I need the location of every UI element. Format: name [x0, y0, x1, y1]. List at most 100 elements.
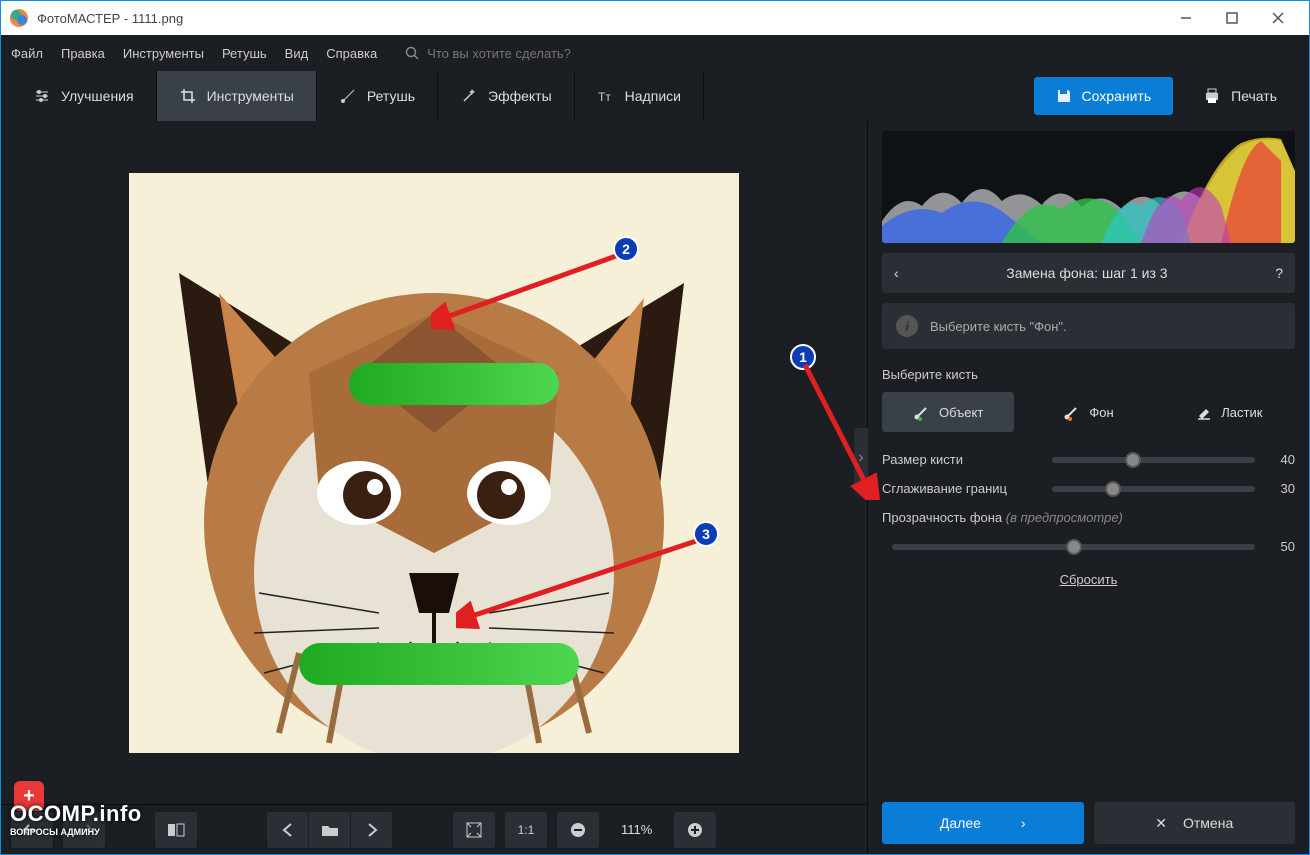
- print-label: Печать: [1231, 88, 1277, 104]
- tab-effects-label: Эффекты: [488, 88, 552, 104]
- object-stroke-2: [299, 643, 579, 685]
- nav-group: [267, 812, 393, 848]
- slider-opacity: 50: [882, 539, 1295, 554]
- open-folder-button[interactable]: [309, 812, 351, 848]
- print-icon: [1203, 87, 1221, 105]
- canvas-area: 2 3: [1, 121, 867, 854]
- zoom-level: 111%: [609, 822, 664, 837]
- tab-tools-label: Инструменты: [207, 88, 294, 104]
- opacity-label: Прозрачность фона: [882, 510, 1002, 525]
- save-button[interactable]: Сохранить: [1034, 77, 1174, 115]
- canvas-viewport[interactable]: 2 3: [1, 121, 867, 804]
- cancel-button[interactable]: ✕ Отмена: [1094, 802, 1296, 844]
- histogram[interactable]: [882, 131, 1295, 243]
- compare-button[interactable]: [155, 812, 197, 848]
- eraser-icon: [1195, 403, 1213, 421]
- opacity-hint: (в предпросмотре): [1006, 510, 1123, 525]
- next-button[interactable]: Далее ›: [882, 802, 1084, 844]
- menu-view[interactable]: Вид: [285, 46, 309, 61]
- titlebar: ФотоМАСТЕР - 1111.png: [1, 1, 1309, 35]
- prev-image-button[interactable]: [267, 812, 309, 848]
- svg-text:Tᴛ: Tᴛ: [598, 90, 611, 104]
- tab-retouch[interactable]: Ретушь: [317, 71, 438, 121]
- tab-effects[interactable]: Эффекты: [438, 71, 575, 121]
- menu-edit[interactable]: Правка: [61, 46, 105, 61]
- brush-eraser-button[interactable]: Ластик: [1163, 392, 1295, 432]
- callout-marker-3: 3: [693, 521, 719, 547]
- slider-brush-size: Размер кисти 40: [882, 452, 1295, 467]
- info-icon: i: [896, 315, 918, 337]
- brush-object-button[interactable]: Объект: [882, 392, 1014, 432]
- object-stroke-1: [349, 363, 559, 405]
- wand-icon: [460, 87, 478, 105]
- next-label: Далее: [940, 815, 981, 831]
- sliders-icon: [33, 87, 51, 105]
- content: 2 3: [1, 121, 1309, 854]
- tab-text-label: Надписи: [625, 88, 681, 104]
- close-icon: ✕: [1155, 815, 1167, 832]
- menu-tools[interactable]: Инструменты: [123, 46, 204, 61]
- opacity-label-row: Прозрачность фона (в предпросмотре): [882, 510, 1295, 525]
- callout-marker-2: 2: [613, 236, 639, 262]
- slider-smoothing-value: 30: [1265, 481, 1295, 496]
- tabbar: Улучшения Инструменты Ретушь Эффекты Tᴛ …: [1, 71, 1309, 121]
- callout-arrow-3: [456, 536, 701, 630]
- menu-help[interactable]: Справка: [326, 46, 377, 61]
- slider-opacity-track[interactable]: [892, 544, 1255, 550]
- app-window: ФотоМАСТЕР - 1111.png Файл Правка Инстру…: [0, 0, 1310, 855]
- slider-smoothing-track[interactable]: [1052, 486, 1255, 492]
- watermark-main: OCOMP.info: [10, 801, 142, 826]
- brush-icon: [339, 87, 357, 105]
- side-panel: ‹ Замена фона: шаг 1 из 3 ? i Выберите к…: [867, 121, 1309, 854]
- search-input[interactable]: [427, 46, 607, 61]
- tab-enhance[interactable]: Улучшения: [11, 71, 157, 121]
- slider-brush-size-value: 40: [1265, 452, 1295, 467]
- window-controls: [1163, 1, 1301, 35]
- text-icon: Tᴛ: [597, 87, 615, 105]
- slider-smoothing-label: Сглаживание границ: [882, 481, 1042, 496]
- search-icon: [405, 46, 419, 60]
- brush-object-label: Объект: [939, 405, 983, 420]
- fit-screen-button[interactable]: [453, 812, 495, 848]
- menu-file[interactable]: Файл: [11, 46, 43, 61]
- brush-background-label: Фон: [1089, 405, 1113, 420]
- brush-section-label: Выберите кисть: [882, 367, 1295, 382]
- brush-object-icon: [913, 403, 931, 421]
- tab-tools[interactable]: Инструменты: [157, 71, 317, 121]
- brush-eraser-label: Ластик: [1221, 405, 1262, 420]
- save-label: Сохранить: [1082, 88, 1152, 104]
- step-title: Замена фона: шаг 1 из 3: [899, 265, 1276, 281]
- menu-retouch[interactable]: Ретушь: [222, 46, 267, 61]
- window-title: ФотоМАСТЕР - 1111.png: [37, 11, 1163, 26]
- minimize-button[interactable]: [1163, 1, 1209, 35]
- zoom-ratio-label: 1:1: [518, 823, 535, 837]
- slider-opacity-value: 50: [1265, 539, 1295, 554]
- tab-text[interactable]: Tᴛ Надписи: [575, 71, 704, 121]
- zoom-out-button[interactable]: [557, 812, 599, 848]
- callout-arrow-1: [800, 360, 880, 500]
- crop-icon: [179, 87, 197, 105]
- slider-brush-size-label: Размер кисти: [882, 452, 1042, 467]
- watermark-sub: ВОПРОСЫ АДМИНУ: [10, 827, 142, 837]
- zoom-actual-button[interactable]: 1:1: [505, 812, 547, 848]
- hint-box: i Выберите кисть "Фон".: [882, 303, 1295, 349]
- brush-background-icon: [1063, 403, 1081, 421]
- app-logo-icon: [9, 8, 29, 28]
- next-image-button[interactable]: [351, 812, 393, 848]
- brush-background-button[interactable]: Фон: [1022, 392, 1154, 432]
- step-help-button[interactable]: ?: [1275, 265, 1283, 281]
- maximize-button[interactable]: [1209, 1, 1255, 35]
- step-header: ‹ Замена фона: шаг 1 из 3 ?: [882, 253, 1295, 293]
- reset-link[interactable]: Сбросить: [882, 572, 1295, 587]
- sliders: Размер кисти 40 Сглаживание границ 30 Пр…: [882, 452, 1295, 554]
- save-icon: [1056, 88, 1072, 104]
- zoom-in-button[interactable]: [674, 812, 716, 848]
- cancel-label: Отмена: [1183, 815, 1233, 831]
- tab-enhance-label: Улучшения: [61, 88, 134, 104]
- print-button[interactable]: Печать: [1181, 71, 1299, 121]
- hint-text: Выберите кисть "Фон".: [930, 319, 1067, 334]
- slider-brush-size-track[interactable]: [1052, 457, 1255, 463]
- close-button[interactable]: [1255, 1, 1301, 35]
- callout-arrow-2: [431, 251, 621, 331]
- chevron-right-icon: ›: [1021, 815, 1026, 831]
